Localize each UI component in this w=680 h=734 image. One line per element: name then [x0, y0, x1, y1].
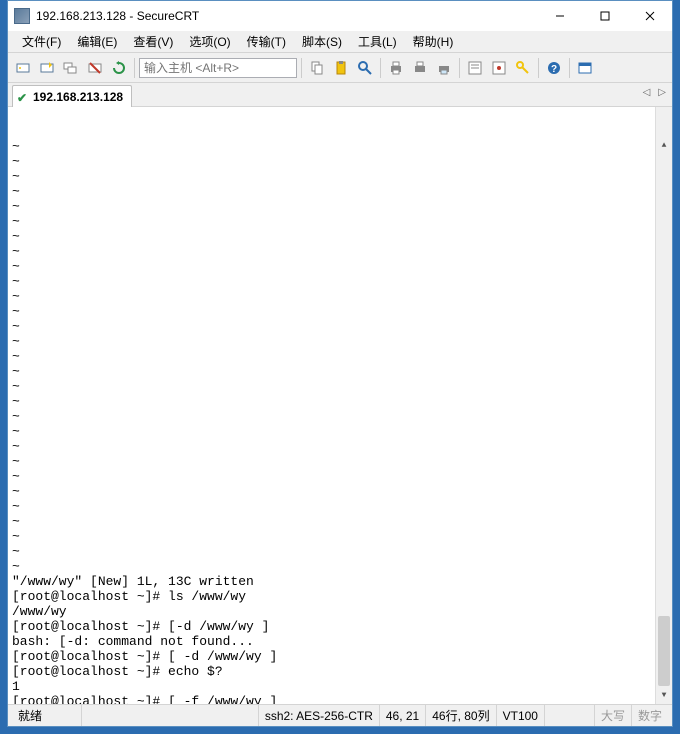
status-size: 46行, 80列	[426, 705, 496, 726]
toolbar-separator	[569, 58, 570, 78]
window-controls	[537, 2, 672, 31]
print-selection-icon[interactable]	[433, 57, 455, 79]
paste-icon[interactable]	[330, 57, 352, 79]
scrollbar[interactable]: ▲ ▼	[655, 107, 672, 704]
new-window-icon[interactable]	[574, 57, 596, 79]
connected-check-icon: ✔	[17, 91, 29, 103]
session-manager-icon[interactable]	[60, 57, 82, 79]
menu-file[interactable]: 文件(F)	[16, 31, 67, 52]
scroll-thumb[interactable]	[658, 616, 670, 686]
svg-text:?: ?	[551, 64, 557, 75]
print-screen-icon[interactable]	[409, 57, 431, 79]
tabbar: ✔ 192.168.213.128 ◁ ▷	[8, 83, 672, 107]
menu-help[interactable]: 帮助(H)	[407, 31, 460, 52]
toolbar-separator	[380, 58, 381, 78]
close-button[interactable]	[627, 2, 672, 31]
disconnect-icon[interactable]	[84, 57, 106, 79]
toolbar-separator	[459, 58, 460, 78]
maximize-button[interactable]	[582, 2, 627, 31]
close-icon	[645, 11, 655, 21]
menu-options[interactable]: 选项(O)	[183, 31, 236, 52]
status-spacer2	[545, 705, 595, 726]
scroll-up-icon[interactable]: ▲	[656, 137, 672, 154]
status-spacer	[82, 705, 259, 726]
status-ready: 就绪	[12, 705, 82, 726]
toolbar-separator	[538, 58, 539, 78]
maximize-icon	[600, 11, 610, 21]
window-title: 192.168.213.128 - SecureCRT	[36, 9, 537, 23]
menu-transfer[interactable]: 传输(T)	[241, 31, 292, 52]
terminal[interactable]: ~~~~~~~~~~~~~~~~~~~~~~~~~~~~~"/www/wy" […	[8, 107, 672, 704]
terminal-content: ~~~~~~~~~~~~~~~~~~~~~~~~~~~~~"/www/wy" […	[12, 139, 668, 704]
menu-script[interactable]: 脚本(S)	[296, 31, 348, 52]
toolbar-separator	[301, 58, 302, 78]
titlebar: 192.168.213.128 - SecureCRT	[8, 1, 672, 31]
options-icon[interactable]	[488, 57, 510, 79]
app-icon	[14, 8, 30, 24]
key-icon[interactable]	[512, 57, 534, 79]
toolbar-separator	[134, 58, 135, 78]
session-tab[interactable]: ✔ 192.168.213.128	[12, 85, 132, 107]
minimize-button[interactable]	[537, 2, 582, 31]
reconnect-icon[interactable]	[108, 57, 130, 79]
toolbar: ?	[8, 53, 672, 83]
status-term: VT100	[497, 705, 545, 726]
status-cipher: ssh2: AES-256-CTR	[259, 705, 380, 726]
status-num: 数字	[632, 705, 668, 726]
connect-icon[interactable]	[12, 57, 34, 79]
scroll-down-icon[interactable]: ▼	[656, 687, 672, 704]
find-icon[interactable]	[354, 57, 376, 79]
statusbar: 就绪 ssh2: AES-256-CTR 46, 21 46行, 80列 VT1…	[8, 704, 672, 726]
print-icon[interactable]	[385, 57, 407, 79]
menubar: 文件(F) 编辑(E) 查看(V) 选项(O) 传输(T) 脚本(S) 工具(L…	[8, 31, 672, 53]
properties-icon[interactable]	[464, 57, 486, 79]
minimize-icon	[555, 11, 565, 21]
tab-prev-icon[interactable]: ◁	[641, 87, 653, 98]
tab-next-icon[interactable]: ▷	[656, 87, 668, 98]
tab-nav: ◁ ▷	[641, 87, 668, 98]
quick-connect-icon[interactable]	[36, 57, 58, 79]
app-window: 192.168.213.128 - SecureCRT 文件(F) 编辑(E) …	[7, 0, 673, 727]
help-icon[interactable]: ?	[543, 57, 565, 79]
copy-icon[interactable]	[306, 57, 328, 79]
menu-view[interactable]: 查看(V)	[127, 31, 179, 52]
menu-edit[interactable]: 编辑(E)	[71, 31, 123, 52]
status-cursor: 46, 21	[380, 705, 426, 726]
address-input[interactable]	[139, 58, 297, 78]
tab-label: 192.168.213.128	[33, 90, 123, 104]
status-caps: 大写	[595, 705, 632, 726]
menu-tools[interactable]: 工具(L)	[352, 31, 403, 52]
